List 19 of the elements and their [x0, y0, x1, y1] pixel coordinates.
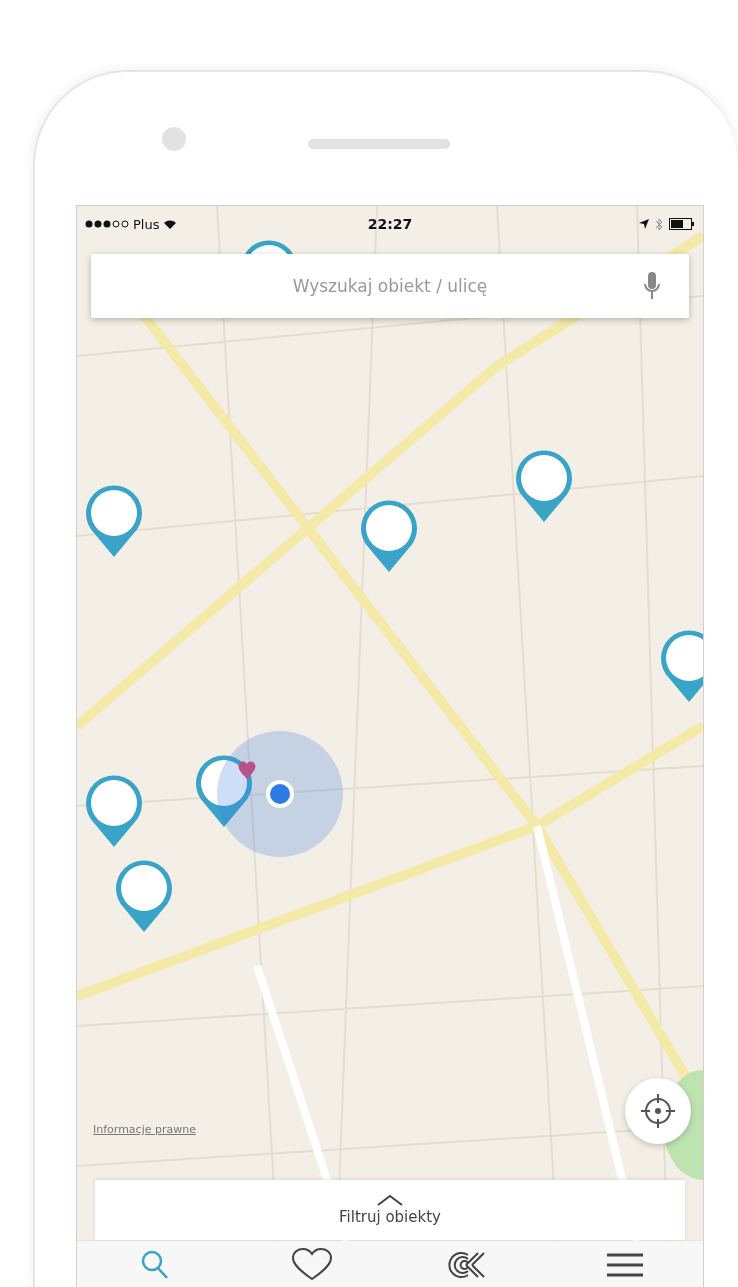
microphone-icon[interactable] — [643, 271, 661, 301]
chevron-up-icon — [376, 1194, 404, 1206]
battery-icon — [669, 218, 695, 230]
map-view[interactable]: Plus 22:27 Wyszukaj obiekt / ulicę Informacje prawne Filtruj obiekty — [77, 206, 703, 1240]
user-location-icon — [217, 731, 343, 857]
clock-time: 22:27 — [367, 216, 413, 232]
heart-icon — [290, 1247, 333, 1282]
menu-icon — [605, 1251, 644, 1278]
wifi-icon — [163, 218, 178, 230]
search-icon — [141, 1249, 170, 1280]
bluetooth-icon — [655, 217, 663, 231]
carrier-name: Plus — [133, 216, 160, 232]
signal-dots-icon — [85, 220, 129, 228]
camera-dot — [162, 126, 186, 151]
crosshair-icon — [638, 1091, 678, 1131]
locate-me-button[interactable] — [625, 1078, 691, 1144]
location-arrow-icon — [639, 219, 649, 229]
filter-panel[interactable]: Filtruj obiekty — [95, 1180, 685, 1240]
legal-info-link[interactable]: Informacje prawne — [93, 1123, 196, 1136]
